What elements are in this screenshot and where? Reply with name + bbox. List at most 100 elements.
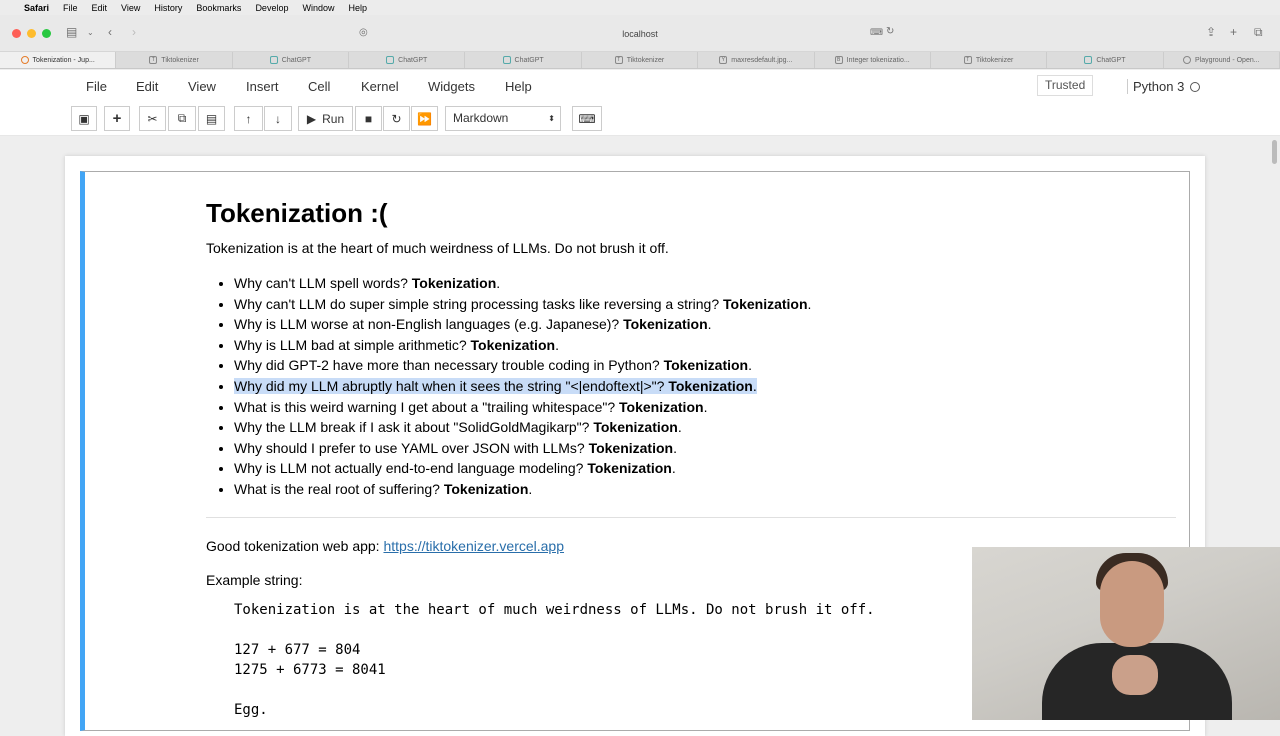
save-icon: ▣ bbox=[78, 111, 90, 126]
back-icon[interactable]: ‹ bbox=[108, 25, 112, 39]
translate-icon[interactable]: ⌨ bbox=[870, 27, 883, 38]
paste-button[interactable]: ▤ bbox=[198, 106, 225, 131]
fast-forward-icon: ⏩ bbox=[417, 111, 432, 126]
menu-cell[interactable]: Cell bbox=[308, 79, 330, 94]
presenter-face bbox=[1100, 561, 1164, 647]
minimize-window-button[interactable] bbox=[27, 29, 36, 38]
tab-chatgpt[interactable]: ChatGPT bbox=[1047, 52, 1164, 68]
tab-label: ChatGPT bbox=[514, 56, 544, 64]
tab-tiktokenizer[interactable]: T Tiktokenizer bbox=[582, 52, 699, 68]
menu-kernel[interactable]: Kernel bbox=[361, 79, 399, 94]
insert-cell-button[interactable]: + bbox=[104, 106, 130, 131]
punctuation: . bbox=[496, 275, 501, 291]
tab-chatgpt[interactable]: ChatGPT bbox=[233, 52, 350, 68]
command-palette-button[interactable]: ⌨ bbox=[572, 106, 602, 131]
punctuation: . bbox=[555, 336, 559, 353]
list-item: Why did GPT-2 have more than necessary t… bbox=[234, 355, 1122, 376]
os-menu-history[interactable]: History bbox=[154, 3, 182, 13]
os-menu-develop[interactable]: Develop bbox=[255, 3, 288, 13]
tab-label: Playground - Open... bbox=[1194, 56, 1260, 64]
tab-chatgpt[interactable]: ChatGPT bbox=[465, 52, 582, 68]
save-button[interactable]: ▣ bbox=[71, 106, 97, 131]
app-menu-safari[interactable]: Safari bbox=[24, 3, 49, 13]
kernel-label: Python 3 bbox=[1133, 79, 1185, 94]
punctuation: . bbox=[677, 419, 682, 436]
tab-integer-tokenization[interactable]: B Integer tokenizatio... bbox=[815, 52, 931, 68]
select-arrows-icon: ⬍ bbox=[548, 114, 555, 123]
forward-icon[interactable]: › bbox=[132, 25, 136, 39]
run-button[interactable]: ▶ Run bbox=[298, 106, 353, 131]
tab-overview-icon[interactable]: ⧉ bbox=[1254, 25, 1263, 40]
move-up-button[interactable]: ↑ bbox=[234, 106, 263, 131]
tab-favicon-icon bbox=[269, 56, 278, 64]
menu-view[interactable]: View bbox=[188, 79, 216, 94]
menu-edit[interactable]: Edit bbox=[136, 79, 158, 94]
bullet-list: Why can't LLM spell words? Tokenization.… bbox=[222, 273, 1122, 500]
trusted-indicator[interactable]: Trusted bbox=[1037, 75, 1094, 96]
copy-button[interactable]: ⧉ bbox=[168, 106, 196, 131]
os-menu-edit[interactable]: Edit bbox=[92, 3, 108, 13]
list-item: What is the real root of suffering? Toke… bbox=[234, 479, 1122, 500]
restart-button[interactable]: ↻ bbox=[383, 106, 410, 131]
answer-text: Tokenization bbox=[588, 439, 674, 456]
os-menu-file[interactable]: File bbox=[63, 3, 78, 13]
example-label: Example string: bbox=[206, 572, 303, 588]
cell-type-select[interactable]: Markdown ⬍ bbox=[445, 106, 561, 131]
question-text: What is this weird warning I get about a… bbox=[234, 398, 620, 415]
presenter-hand bbox=[1112, 655, 1158, 695]
tab-tiktokenizer[interactable]: T Tiktokenizer bbox=[931, 52, 1048, 68]
menu-file[interactable]: File bbox=[86, 79, 107, 94]
restart-run-all-button[interactable]: ⏩ bbox=[411, 106, 438, 131]
os-menu-window[interactable]: Window bbox=[302, 3, 334, 13]
address-bar[interactable]: localhost bbox=[350, 25, 930, 43]
tab-favicon-icon bbox=[502, 56, 511, 64]
interrupt-button[interactable]: ■ bbox=[355, 106, 382, 131]
menu-help[interactable]: Help bbox=[505, 79, 532, 94]
tab-label: Tiktokenizer bbox=[975, 56, 1014, 64]
os-menu-view[interactable]: View bbox=[121, 3, 140, 13]
tab-image[interactable]: Ymaxresdefault.jpg... bbox=[698, 52, 815, 68]
browser-toolbar: ▤ ⌄ ‹ › ◎ localhost ⌨ ↻ ⇪ + ⧉ bbox=[0, 15, 1280, 52]
list-item: What is this weird warning I get about a… bbox=[234, 397, 1122, 418]
tab-label: maxresdefault.jpg... bbox=[731, 56, 793, 64]
tab-label: Tiktokenizer bbox=[161, 56, 199, 64]
sidebar-icon[interactable]: ▤ bbox=[66, 25, 77, 39]
tab-tiktokenizer[interactable]: T Tiktokenizer bbox=[116, 52, 233, 68]
new-tab-icon[interactable]: + bbox=[1230, 25, 1237, 39]
menu-insert[interactable]: Insert bbox=[246, 79, 279, 94]
question-text: What is the real root of suffering? bbox=[234, 480, 444, 497]
jupyter-menubar: File Edit View Insert Cell Kernel Widget… bbox=[0, 70, 1280, 102]
chevron-down-icon[interactable]: ⌄ bbox=[87, 28, 94, 37]
restart-icon: ↻ bbox=[391, 111, 402, 126]
tab-favicon-icon bbox=[386, 56, 395, 64]
tab-playground[interactable]: Playground - Open... bbox=[1164, 52, 1280, 68]
webapp-link[interactable]: https://tiktokenizer.vercel.app bbox=[383, 538, 564, 554]
punctuation: . bbox=[703, 398, 708, 415]
share-icon[interactable]: ⇪ bbox=[1206, 25, 1216, 39]
scrollbar[interactable] bbox=[1272, 140, 1277, 164]
tab-label: Integer tokenizatio... bbox=[846, 56, 910, 64]
answer-text: Tokenization bbox=[619, 398, 704, 415]
list-item: Why can't LLM spell words? Tokenization. bbox=[234, 273, 1122, 294]
zoom-window-button[interactable] bbox=[42, 29, 51, 38]
reload-icon[interactable]: ↻ bbox=[886, 26, 894, 37]
play-icon: ▶ bbox=[306, 111, 317, 126]
answer-text: Tokenization bbox=[663, 357, 749, 374]
os-menu-help[interactable]: Help bbox=[348, 3, 367, 13]
menu-widgets[interactable]: Widgets bbox=[428, 79, 475, 94]
close-window-button[interactable] bbox=[12, 29, 21, 38]
window-controls bbox=[12, 29, 51, 38]
os-menu-bookmarks[interactable]: Bookmarks bbox=[196, 3, 241, 13]
scissors-icon: ✂ bbox=[147, 111, 158, 126]
list-item: Why is LLM worse at non-English language… bbox=[234, 314, 1122, 335]
tab-label: Tokenization - Jup... bbox=[32, 56, 95, 64]
punctuation: . bbox=[673, 439, 677, 456]
tab-favicon-icon: B bbox=[834, 56, 843, 64]
tab-favicon-icon: T bbox=[614, 56, 623, 64]
question-text: Why should I prefer to use YAML over JSO… bbox=[234, 439, 589, 456]
question-text: Why is LLM worse at non-English language… bbox=[234, 316, 624, 333]
tab-jupyter[interactable]: Tokenization - Jup... bbox=[0, 52, 117, 68]
tab-chatgpt[interactable]: ChatGPT bbox=[349, 52, 466, 68]
move-down-button[interactable]: ↓ bbox=[264, 106, 292, 131]
cut-button[interactable]: ✂ bbox=[139, 106, 166, 131]
